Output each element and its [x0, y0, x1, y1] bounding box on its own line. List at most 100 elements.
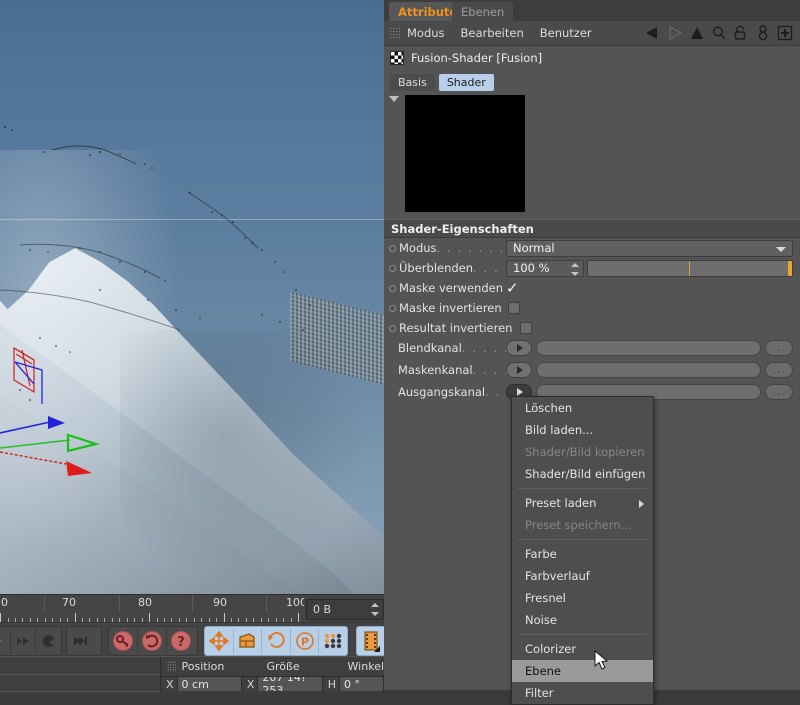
animate-dot-maske-verwenden[interactable] — [389, 284, 396, 292]
menu-item-farbe[interactable]: Farbe — [512, 543, 653, 565]
cinema4d-window: 0 70 80 90 100 0 B ? P Position Größe Wi… — [0, 0, 800, 705]
toolbar-group-keyframe[interactable]: ? — [108, 626, 198, 656]
person-icon[interactable] — [752, 22, 774, 44]
autokey-icon[interactable] — [137, 628, 166, 654]
menu-benutzer[interactable]: Benutzer — [540, 26, 592, 40]
coord-table[interactable]: Position Größe Winkel X 0 cm X 207 14? 2… — [161, 657, 384, 691]
frame-field[interactable]: 0 B — [306, 599, 384, 620]
plus-box-icon[interactable] — [774, 22, 796, 44]
ueberblenden-value-field[interactable]: 100 % — [506, 259, 584, 277]
filmstrip-icon[interactable] — [357, 628, 385, 654]
shader-context-menu[interactable]: Löschen Bild laden... Shader/Bild kopieren… — [511, 396, 654, 705]
collapse-triangle-icon[interactable] — [389, 96, 399, 102]
slider-handle[interactable] — [788, 260, 792, 276]
3d-viewport[interactable] — [0, 0, 384, 594]
animate-dot-ueberblenden[interactable] — [389, 264, 396, 272]
blendkanal-expand-button[interactable] — [506, 340, 532, 356]
pla-dots-icon[interactable] — [318, 628, 347, 654]
coord-axis-label-x: X — [166, 677, 174, 691]
property-row-modus[interactable]: Modus . . . . . . . . . . . Normal — [384, 238, 800, 258]
menu-item-noise[interactable]: Noise — [512, 609, 653, 631]
coord-size-x[interactable]: 207 14? 253 — [257, 677, 323, 691]
key-question-icon[interactable]: ? — [166, 628, 195, 654]
checkmark-icon[interactable]: ✓ — [506, 280, 519, 296]
coord-row-x[interactable]: X 0 cm X 207 14? 253 H 0 ° — [161, 677, 384, 691]
record-key-icon[interactable] — [109, 628, 137, 654]
menu-item-colorizer[interactable]: Colorizer — [512, 638, 653, 660]
dots-grip-icon[interactable] — [167, 661, 176, 672]
ausgangskanal-browse-button[interactable]: ... — [765, 384, 793, 400]
toolbar-group-keyframe-filters[interactable]: P — [204, 626, 348, 656]
checkbox-maske-invertieren[interactable] — [508, 302, 520, 314]
spinner-updown-icon[interactable] — [571, 262, 579, 276]
property-row-blendkanal[interactable]: Blendkanal . . . . . . . . ... — [384, 338, 800, 358]
menu-bearbeiten[interactable]: Bearbeiten — [461, 26, 524, 40]
maskenkanal-browse-button[interactable]: ... — [765, 362, 793, 378]
tick-label-90: 90 — [213, 596, 227, 609]
property-row-maske-verwenden[interactable]: Maske verwenden ✓ — [384, 278, 800, 298]
menu-item-ebene[interactable]: Ebene — [512, 660, 653, 682]
subtab-shader[interactable]: Shader — [438, 73, 494, 91]
spinner-updown-icon[interactable] — [371, 603, 379, 616]
maskenkanal-expand-button[interactable] — [506, 362, 532, 378]
move-position-icon[interactable] — [205, 628, 233, 654]
menu-item-fresnel[interactable]: Fresnel — [512, 587, 653, 609]
play-forward-icon[interactable] — [0, 628, 10, 654]
rotate-icon[interactable] — [261, 628, 290, 654]
ueberblenden-slider[interactable] — [587, 259, 793, 277]
timeline-ruler[interactable]: 0 70 80 90 100 — [0, 595, 304, 623]
submenu-arrow-icon — [639, 500, 644, 508]
menu-item-label: Farbverlauf — [525, 569, 590, 583]
svg-text:?: ? — [177, 635, 185, 650]
menu-item-shader-bild-einf-gen[interactable]: Shader/Bild einfügen — [512, 463, 653, 485]
object-title-row[interactable]: Fusion-Shader [Fusion] — [384, 46, 800, 69]
coord-angle-h[interactable]: 0 ° — [338, 677, 384, 691]
coordinate-manager[interactable]: Position Größe Winkel X 0 cm X 207 14? 2… — [0, 656, 384, 692]
animation-toolbar[interactable]: ? P — [0, 622, 392, 657]
toolbar-group-goto-end[interactable] — [66, 626, 102, 656]
property-row-ueberblenden[interactable]: Überblenden . . . . . . . 100 % — [384, 258, 800, 278]
checkbox-resultat-invertieren[interactable] — [520, 322, 532, 334]
attribute-menubar[interactable]: Modus Bearbeiten Benutzer — [384, 21, 800, 46]
menu-item-preset-laden[interactable]: Preset laden — [512, 492, 653, 514]
property-row-maske-invertieren[interactable]: Maske invertieren — [384, 298, 800, 318]
tab-ebenen[interactable]: Ebenen — [452, 2, 514, 21]
back-arrow-icon[interactable] — [642, 22, 664, 44]
attribute-menubar-icons[interactable] — [642, 21, 796, 45]
maskenkanal-link-field[interactable] — [536, 362, 761, 378]
search-icon[interactable] — [708, 22, 730, 44]
forward-arrow-disabled-icon — [664, 22, 686, 44]
menu-item-filter[interactable]: Filter — [512, 682, 653, 704]
property-label-maske-verwenden: Maske verwenden — [399, 281, 503, 295]
up-arrow-icon[interactable] — [686, 22, 708, 44]
loop-icon[interactable] — [35, 628, 61, 654]
unlock-icon[interactable] — [730, 22, 752, 44]
animate-dot-resultat-invertieren[interactable] — [389, 324, 396, 332]
axis-gizmo[interactable] — [0, 330, 200, 510]
blendkanal-link-field[interactable] — [536, 340, 761, 356]
toolbar-group-playback[interactable] — [0, 626, 62, 656]
attribute-tabstrip[interactable]: Attribute Ebenen — [384, 0, 800, 21]
step-forward-icon[interactable] — [9, 628, 36, 654]
gizmo-z-axis — [0, 416, 65, 434]
coord-position-x[interactable]: 0 cm — [176, 677, 242, 691]
property-row-resultat-invertieren[interactable]: Resultat invertieren — [384, 318, 800, 338]
property-row-maskenkanal[interactable]: Maskenkanal . . . . . . ... — [384, 360, 800, 380]
animate-dot-maske-invertieren[interactable] — [389, 304, 396, 312]
menu-item-bild-laden[interactable]: Bild laden... — [512, 419, 653, 441]
parameter-p-icon[interactable]: P — [289, 628, 319, 654]
menu-item-l-schen[interactable]: Löschen — [512, 397, 653, 419]
goto-end-icon[interactable] — [67, 628, 95, 654]
dots-grip-icon[interactable] — [389, 27, 401, 39]
checkerboard-shader-icon — [390, 50, 404, 65]
shader-preview-thumbnail[interactable] — [405, 95, 525, 212]
modus-dropdown[interactable]: Normal — [506, 239, 793, 257]
menu-modus[interactable]: Modus — [407, 26, 445, 40]
animate-dot-modus[interactable] — [389, 244, 396, 252]
object-subtabs[interactable]: Basis Shader — [384, 71, 800, 93]
menu-item-farbverlauf[interactable]: Farbverlauf — [512, 565, 653, 587]
scale-icon[interactable] — [232, 628, 262, 654]
blendkanal-browse-button[interactable]: ... — [765, 340, 793, 356]
timeline-ruler-bar[interactable]: 0 70 80 90 100 0 B — [0, 594, 384, 623]
subtab-basis[interactable]: Basis — [390, 73, 435, 91]
